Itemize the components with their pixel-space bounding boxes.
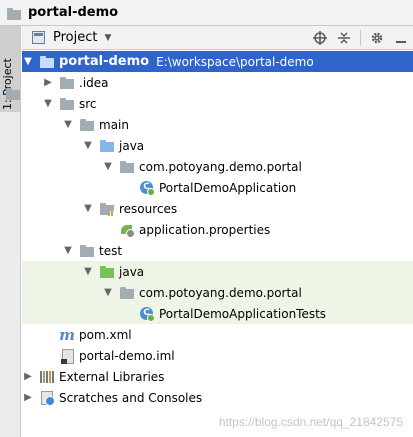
tree-node-scratches[interactable]: ▶ Scratches and Consoles	[22, 387, 413, 408]
expand-arrow-icon[interactable]: ▶	[42, 77, 54, 88]
spring-properties-icon	[119, 222, 135, 238]
window-title: portal-demo	[28, 5, 119, 20]
collapse-all-icon[interactable]	[332, 26, 356, 50]
hide-panel-icon[interactable]	[389, 26, 413, 50]
tree-node-label: main	[99, 117, 129, 132]
resources-folder-icon	[99, 201, 115, 217]
package-icon	[119, 159, 135, 175]
expand-arrow-icon[interactable]: ▼	[62, 245, 74, 256]
tree-node-external-libraries[interactable]: ▶ External Libraries	[22, 366, 413, 387]
tree-node-label: java	[119, 138, 145, 153]
expand-arrow-icon[interactable]: ▼	[42, 98, 54, 109]
tree-node-label: test	[99, 243, 123, 258]
project-toolbar: Project ▼	[22, 26, 413, 50]
tree-node-label: PortalDemoApplication	[159, 180, 297, 195]
expand-arrow-icon[interactable]: ▼	[102, 161, 114, 172]
folder-icon	[79, 117, 95, 133]
tree-node-label: .idea	[79, 75, 109, 90]
tree-node-portal-demo[interactable]: ▼ portal-demo E:\workspace\portal-demo	[22, 51, 413, 72]
watermark: https://blog.csdn.net/qq_21842575	[218, 415, 403, 429]
tree-node-test-package[interactable]: ▼ com.potoyang.demo.portal	[22, 282, 413, 303]
tree-node-portal-demo-application[interactable]: PortalDemoApplication	[22, 177, 413, 198]
project-folder-icon	[6, 6, 22, 20]
tree-node-main-package[interactable]: ▼ com.potoyang.demo.portal	[22, 156, 413, 177]
libraries-icon	[39, 369, 55, 385]
iml-file-icon	[59, 348, 75, 364]
tree-node-label: com.potoyang.demo.portal	[139, 159, 302, 174]
spring-class-icon	[139, 180, 155, 196]
source-folder-icon	[99, 138, 115, 154]
tree-node-label: portal-demo.iml	[79, 348, 175, 363]
package-icon	[119, 285, 135, 301]
tree-node-label: application.properties	[139, 222, 271, 237]
locate-icon[interactable]	[308, 26, 332, 50]
tree-node-iml[interactable]: portal-demo.iml	[22, 345, 413, 366]
tree-node-label: resources	[119, 201, 178, 216]
side-tool-strip: 1: Project	[0, 26, 21, 437]
module-folder-icon	[39, 54, 55, 70]
tree-node-label: pom.xml	[79, 327, 132, 342]
folder-icon	[59, 75, 75, 91]
expand-arrow-icon[interactable]: ▼	[62, 119, 74, 130]
expand-arrow-icon[interactable]: ▼	[22, 56, 34, 67]
expand-arrow-icon[interactable]: ▼	[102, 287, 114, 298]
project-view-icon	[32, 31, 45, 44]
tree-node-portal-demo-application-tests[interactable]: PortalDemoApplicationTests	[22, 303, 413, 324]
project-tool-icon	[5, 86, 20, 100]
toolbar-divider	[360, 30, 361, 46]
title-bar: portal-demo	[0, 0, 413, 26]
tree-node-label: portal-demo	[59, 54, 150, 69]
tree-node-label: External Libraries	[59, 369, 165, 384]
expand-arrow-icon[interactable]: ▼	[82, 266, 94, 277]
module-path: E:\workspace\portal-demo	[156, 54, 314, 69]
tree-node-label: src	[79, 96, 97, 111]
tree-node-label: Scratches and Consoles	[59, 390, 203, 405]
tree-node-test-java[interactable]: ▼ java	[22, 261, 413, 282]
tree-node-main[interactable]: ▼ main	[22, 114, 413, 135]
tree-node-pom-xml[interactable]: m pom.xml	[22, 324, 413, 345]
view-selector[interactable]: Project	[53, 30, 97, 45]
maven-icon: m	[59, 325, 75, 344]
tree-node-label: PortalDemoApplicationTests	[159, 306, 327, 321]
gear-icon[interactable]	[365, 26, 389, 50]
expand-arrow-icon[interactable]: ▼	[82, 140, 94, 151]
chevron-down-icon[interactable]: ▼	[104, 33, 111, 43]
folder-icon	[59, 96, 75, 112]
scratches-icon	[39, 390, 55, 406]
tree-node-test[interactable]: ▼ test	[22, 240, 413, 261]
tree-node-src[interactable]: ▼ src	[22, 93, 413, 114]
tree-node-label: java	[119, 264, 145, 279]
test-class-icon	[139, 306, 155, 322]
project-tool-tab[interactable]: 1: Project	[0, 26, 20, 112]
test-source-folder-icon	[99, 264, 115, 280]
tree-node-main-java[interactable]: ▼ java	[22, 135, 413, 156]
expand-arrow-icon[interactable]: ▼	[82, 203, 94, 214]
tree-node-idea[interactable]: ▶ .idea	[22, 72, 413, 93]
expand-arrow-icon[interactable]: ▶	[22, 371, 34, 382]
project-tree: ▼ portal-demo E:\workspace\portal-demo ▶…	[22, 51, 413, 437]
expand-arrow-icon[interactable]: ▶	[22, 392, 34, 403]
tree-node-application-properties[interactable]: application.properties	[22, 219, 413, 240]
folder-icon	[79, 243, 95, 259]
tree-node-resources[interactable]: ▼ resources	[22, 198, 413, 219]
tree-node-label: com.potoyang.demo.portal	[139, 285, 302, 300]
